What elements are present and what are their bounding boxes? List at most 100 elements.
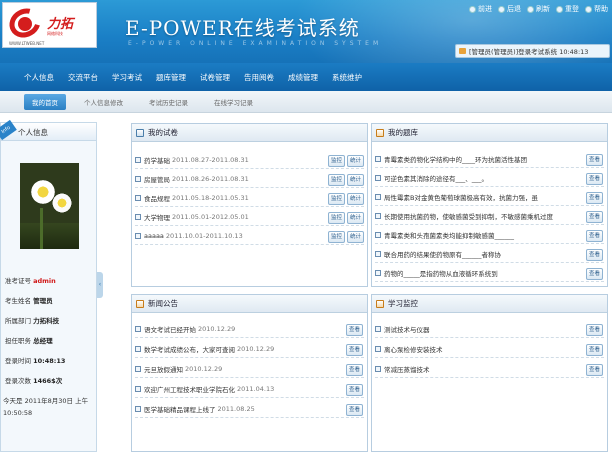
nav-scores[interactable]: 成绩管理 <box>288 72 332 83</box>
view-button[interactable]: 查看 <box>346 324 363 336</box>
list-item[interactable]: 药物的_____是指药物从血液循环系统到 <box>375 265 604 282</box>
list-item[interactable]: 欢迎广州工程技术职业学院石化 2011.04.13 <box>135 381 364 398</box>
my-exams-panel: 我的试卷 药学基础 2011.08.27-2011.08.31 监控 统计 房屋管… <box>131 123 368 287</box>
monitor-button[interactable]: 监控 <box>328 174 345 186</box>
stats-button[interactable]: 统计 <box>347 174 364 186</box>
help-button[interactable]: 帮助 <box>585 4 608 14</box>
today-date: 今天是 2011年8月30日 上午 <box>3 397 89 405</box>
monitor-button[interactable]: 监控 <box>328 155 345 167</box>
tab-home[interactable]: 我的首页 <box>24 93 66 110</box>
list-item[interactable]: 数学考试成绩公布，大家可查阅 2010.12.29 <box>135 341 364 358</box>
power-icon <box>556 5 563 13</box>
view-button[interactable]: 查看 <box>586 211 603 223</box>
news-icon <box>136 299 144 308</box>
tab-study-record[interactable]: 在线学习记录 <box>206 94 261 110</box>
nav-grading[interactable]: 告用阅卷 <box>244 72 288 83</box>
login-status-bar: [管理员(管理员)]登录考试系统 10:48:13 <box>455 44 610 58</box>
view-button[interactable]: 查看 <box>586 154 603 166</box>
personal-info-panel: Info 个人信息 准考证号 admin 考生姓名 管理员 所属部门 力拓科技 担… <box>0 119 97 452</box>
top-toolbar: 前进 后退 刷新 重登 帮助 <box>469 4 608 14</box>
nav-system[interactable]: 系统维护 <box>332 72 376 83</box>
relogin-button[interactable]: 重登 <box>556 4 579 14</box>
view-button[interactable]: 查看 <box>586 249 603 261</box>
stats-button[interactable]: 统计 <box>347 193 364 205</box>
view-button[interactable]: 查看 <box>586 268 603 280</box>
main-nav: 个人信息 交流平台 学习考试 题库管理 试卷管理 告用阅卷 成绩管理 系统维护 <box>0 63 612 91</box>
list-item[interactable]: 可逆色素其消除的途径有___、___。 <box>375 170 604 187</box>
sub-nav: 我的首页 个人信息修改 考试历史记录 在线学习记录 <box>0 91 612 113</box>
back-button[interactable]: 后退 <box>498 4 521 14</box>
list-item[interactable]: 联合用药的结果使药物原有______者称协 <box>375 246 604 263</box>
nav-paper-manage[interactable]: 试卷管理 <box>200 72 244 83</box>
list-item[interactable]: 局性霉素B对金黄色葡萄球菌极高有效，抗菌力强，虽 <box>375 189 604 206</box>
doc-icon <box>135 386 141 392</box>
monitor-button[interactable]: 监控 <box>328 193 345 205</box>
nav-personal-info[interactable]: 个人信息 <box>24 72 68 83</box>
doc-icon <box>375 232 381 238</box>
view-button[interactable]: 查看 <box>586 192 603 204</box>
list-item[interactable]: 语文考试已经开始 2010.12.29 <box>135 321 364 338</box>
doc-icon <box>375 213 381 219</box>
doc-icon <box>375 326 381 332</box>
view-button[interactable]: 查看 <box>346 404 363 416</box>
my-question-bank-panel: 我的题库 青霉素类药物化学结构中的____环为抗菌活性基团 查看 可逆色素其消除… <box>371 123 608 287</box>
list-item[interactable]: 长期使用抗菌药物，使敏感菌受到抑制，不敏感菌乘机过度 <box>375 208 604 225</box>
stats-button[interactable]: 统计 <box>347 231 364 243</box>
exam-icon <box>136 128 144 137</box>
news-panel: 新闻公告 语文考试已经开始 2010.12.29 查看 数学考试成绩公布，大家可查… <box>131 294 368 452</box>
view-button[interactable]: 查看 <box>586 324 603 336</box>
bank-icon <box>376 128 384 137</box>
doc-icon <box>375 175 381 181</box>
list-item[interactable]: 元旦放假通知 2010.12.29 <box>135 361 364 378</box>
tab-edit-info[interactable]: 个人信息修改 <box>76 94 131 110</box>
stats-button[interactable]: 统计 <box>347 155 364 167</box>
view-button[interactable]: 查看 <box>586 364 603 376</box>
doc-icon <box>135 326 141 332</box>
doc-icon <box>375 251 381 257</box>
info-login-count: 登录次数 1466$次 <box>5 377 63 385</box>
tab-exam-history[interactable]: 考试历史记录 <box>141 94 196 110</box>
view-button[interactable]: 查看 <box>586 344 603 356</box>
doc-icon <box>135 195 141 201</box>
monitor-button[interactable]: 监控 <box>328 212 345 224</box>
info-name: 考生姓名 管理员 <box>5 297 53 305</box>
list-item[interactable]: 医学基础精品课程上线了 2011.08.25 <box>135 401 364 418</box>
info-dept: 所属部门 力拓科技 <box>5 317 60 325</box>
monitor-icon <box>376 299 384 308</box>
user-photo <box>20 163 79 249</box>
doc-icon <box>135 214 141 220</box>
panel-title: 学习监控 <box>388 299 418 308</box>
refresh-button[interactable]: 刷新 <box>527 4 550 14</box>
info-position: 担任职务 总经理 <box>5 337 53 345</box>
view-button[interactable]: 查看 <box>346 344 363 356</box>
view-button[interactable]: 查看 <box>346 384 363 396</box>
nav-study-exam[interactable]: 学习考试 <box>112 72 156 83</box>
panel-title: 我的题库 <box>388 128 418 137</box>
view-button[interactable]: 查看 <box>346 364 363 376</box>
doc-icon <box>135 406 141 412</box>
monitor-button[interactable]: 监控 <box>328 231 345 243</box>
collapse-sidebar-button[interactable]: ‹ <box>97 272 103 298</box>
panel-title: 个人信息 <box>18 128 48 137</box>
list-item[interactable]: 离心泵检修安装技术 <box>375 341 604 358</box>
list-item[interactable]: 测试技术与仪器 <box>375 321 604 338</box>
list-item[interactable]: 常减压蒸馏技术 <box>375 361 604 378</box>
view-button[interactable]: 查看 <box>586 230 603 242</box>
doc-icon <box>375 366 381 372</box>
system-title: E-POWER在线考试系统 <box>125 16 360 40</box>
view-button[interactable]: 查看 <box>586 173 603 185</box>
doc-icon <box>375 194 381 200</box>
list-item[interactable]: 青霉素类和头孢菌素类均能抑制敏感菌______ <box>375 227 604 244</box>
doc-icon <box>375 346 381 352</box>
nav-forum[interactable]: 交流平台 <box>68 72 112 83</box>
nav-question-bank[interactable]: 题库管理 <box>156 72 200 83</box>
panel-title: 我的试卷 <box>148 128 178 137</box>
doc-icon <box>375 156 381 162</box>
forward-button[interactable]: 前进 <box>469 4 492 14</box>
info-login-time: 登录时间 10:48:13 <box>5 357 66 365</box>
study-monitor-panel: 学习监控 测试技术与仪器 查看 离心泵检修安装技术 查看 常减压蒸馏技术 查看 <box>371 294 608 452</box>
info-badge: Info <box>0 119 17 141</box>
list-item[interactable]: 青霉素类药物化学结构中的____环为抗菌活性基团 <box>375 151 604 168</box>
stats-button[interactable]: 统计 <box>347 212 364 224</box>
company-logo: 力拓 网络科技 WWW.LTWEB.NET <box>2 2 97 48</box>
